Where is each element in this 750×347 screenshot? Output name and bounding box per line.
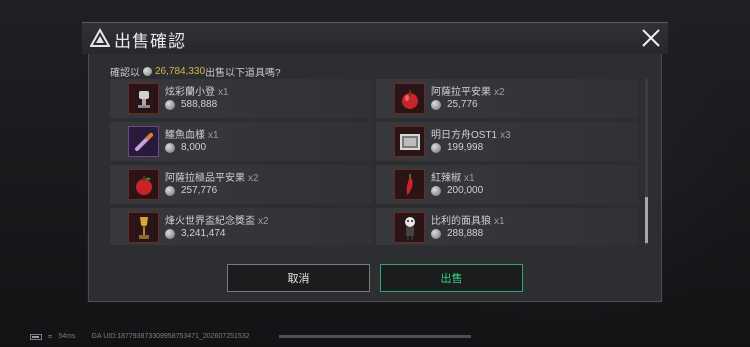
item-name: 阿薩拉平安果 xyxy=(431,87,491,98)
loading-progress-track xyxy=(279,335,471,338)
cancel-button[interactable]: 取消 xyxy=(227,264,370,292)
dialog-titlebar: 出售確認 xyxy=(82,22,668,54)
item-price: 588,888 xyxy=(181,99,218,110)
coin-icon xyxy=(165,228,175,239)
coin-icon xyxy=(431,142,441,153)
item-price: 8,000 xyxy=(181,142,207,153)
list-item: 炫彩蘭小登 x1 588,888 xyxy=(110,79,372,118)
item-name: 鱷魚血樣 xyxy=(165,130,205,141)
cup-icon xyxy=(128,212,159,243)
scroll-thumb[interactable] xyxy=(645,197,648,243)
item-name: 炫彩蘭小登 xyxy=(165,87,215,98)
figure-icon xyxy=(394,212,425,243)
item-qty: x1 xyxy=(208,130,219,141)
list-item: 鱷魚血樣 x1 8,000 xyxy=(110,122,372,161)
vial-icon xyxy=(128,126,159,157)
trophy-icon xyxy=(128,83,159,114)
item-name: 烽火世界盃紀念獎盃 xyxy=(165,216,255,227)
list-item: 比利的面具狼 x1 288,888 xyxy=(376,208,638,245)
apple-icon xyxy=(128,169,159,200)
item-qty: x3 xyxy=(500,130,511,141)
confirm-suffix: 出售以下道具嗎? xyxy=(205,68,281,79)
close-button[interactable] xyxy=(640,27,662,49)
dialog-title: 出售確認 xyxy=(114,32,186,51)
list-item: 阿薩拉極品平安果 x2 257,776 xyxy=(110,165,372,204)
album-icon xyxy=(394,126,425,157)
item-price: 288,888 xyxy=(447,228,484,239)
item-qty: x2 xyxy=(258,216,269,227)
coin-icon xyxy=(143,67,152,76)
coin-icon xyxy=(431,99,441,110)
item-qty: x2 xyxy=(494,87,505,98)
close-icon xyxy=(642,29,660,47)
item-qty: x1 xyxy=(494,216,505,227)
chili-icon xyxy=(394,169,425,200)
coin-icon xyxy=(165,99,175,110)
item-name: 阿薩拉極品平安果 xyxy=(165,173,245,184)
uid-text: GA UID:187793873309958753471_20260725153… xyxy=(91,333,250,340)
item-price: 257,776 xyxy=(181,185,218,196)
list-item: 烽火世界盃紀念獎盃 x2 3,241,474 xyxy=(110,208,372,245)
coin-icon xyxy=(165,185,175,196)
list-item: 阿薩拉平安果 x2 25,776 xyxy=(376,79,638,118)
confirm-prefix: 確認以 xyxy=(110,68,140,79)
list-item: 明日方舟OST1 x3 199,998 xyxy=(376,122,638,161)
coin-icon xyxy=(431,228,441,239)
item-price: 200,000 xyxy=(447,185,484,196)
item-qty: x1 xyxy=(218,87,229,98)
item-qty: x2 xyxy=(248,173,259,184)
sell-button[interactable]: 出售 xyxy=(380,264,523,292)
coin-icon xyxy=(431,185,441,196)
item-price: 25,776 xyxy=(447,99,478,110)
item-qty: x1 xyxy=(464,173,475,184)
coin-icon xyxy=(165,142,175,153)
status-bar: ≈ 54ms GA UID:187793873309958753471_2026… xyxy=(30,332,250,341)
apple-icon xyxy=(394,83,425,114)
battery-icon xyxy=(30,333,42,340)
list-scrollbar[interactable] xyxy=(645,79,648,245)
warning-icon xyxy=(89,27,111,48)
item-price: 199,998 xyxy=(447,142,484,153)
list-item: 紅辣椒 x1 200,000 xyxy=(376,165,638,204)
ping-value: 54ms xyxy=(58,333,76,340)
item-price: 3,241,474 xyxy=(181,228,226,239)
item-name: 比利的面具狼 xyxy=(431,216,491,227)
item-name: 紅辣椒 xyxy=(431,173,461,184)
item-name: 明日方舟OST1 xyxy=(431,130,498,141)
total-amount: 26,784,330 xyxy=(155,66,206,77)
item-list[interactable]: 炫彩蘭小登 x1 588,888 阿薩拉平安果 x2 25,776 鱷魚血樣 x1 8… xyxy=(110,79,642,245)
confirm-message: 確認以 26,784,330 出售以下道具嗎? xyxy=(110,64,281,79)
wifi-icon: ≈ xyxy=(48,332,53,341)
